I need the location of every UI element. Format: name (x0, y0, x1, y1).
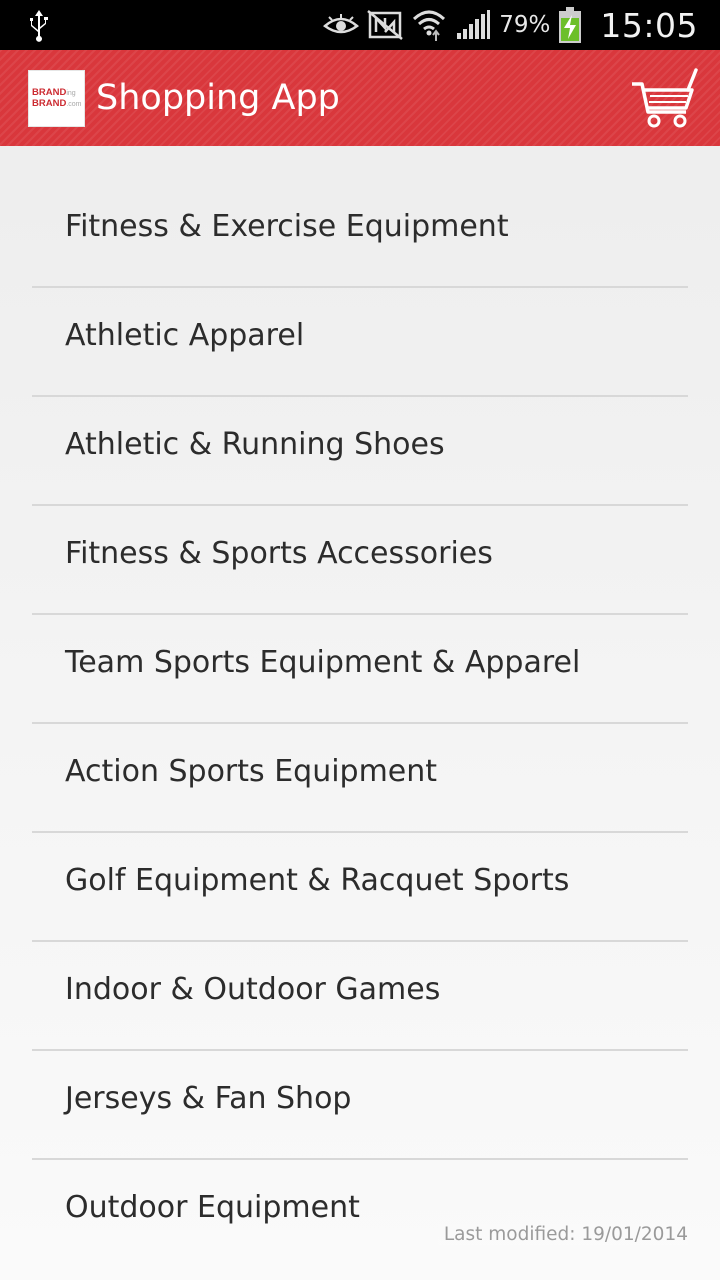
clock: 15:05 (600, 5, 698, 45)
last-modified-text: Last modified: 19/01/2014 (437, 1224, 688, 1245)
status-bar: 79% 15:05 (0, 0, 720, 50)
category-item[interactable]: Fitness & Exercise Equipment (32, 179, 688, 288)
battery-percent: 79% (499, 12, 551, 38)
action-bar: BRANDing BRAND.com Shopping App (0, 50, 720, 146)
signal-icon (457, 10, 491, 39)
category-label: Athletic Apparel (65, 318, 305, 353)
category-label: Fitness & Exercise Equipment (65, 209, 509, 244)
category-label: Athletic & Running Shoes (65, 427, 445, 462)
category-item[interactable]: Indoor & Outdoor Games (32, 942, 688, 1051)
nfc-icon (367, 10, 404, 40)
usb-icon (30, 10, 48, 42)
logo-line1: BRAND (32, 86, 67, 98)
category-label: Fitness & Sports Accessories (65, 536, 493, 571)
category-item[interactable]: Athletic Apparel (32, 288, 688, 397)
battery-charging-icon (559, 7, 582, 43)
category-item[interactable]: Team Sports Equipment & Apparel (32, 615, 688, 724)
category-item[interactable]: Athletic & Running Shoes (32, 397, 688, 506)
category-label: Action Sports Equipment (65, 754, 438, 789)
category-item[interactable]: Action Sports Equipment (32, 724, 688, 833)
category-item[interactable]: Outdoor Equipment (32, 1160, 688, 1269)
category-item[interactable]: Fitness & Sports Accessories (32, 506, 688, 615)
category-label: Golf Equipment & Racquet Sports (65, 863, 570, 898)
category-label: Jerseys & Fan Shop (65, 1081, 352, 1116)
category-label: Indoor & Outdoor Games (65, 972, 441, 1007)
eye-icon (323, 14, 360, 34)
logo-line2-sub: .com (66, 100, 82, 108)
logo-line1-sub: ing (66, 89, 76, 97)
logo-line2: BRAND (32, 97, 67, 109)
shopping-cart-icon[interactable] (630, 68, 698, 130)
app-logo[interactable]: BRANDing BRAND.com (28, 70, 85, 127)
category-label: Team Sports Equipment & Apparel (65, 645, 581, 680)
category-list: Fitness & Exercise Equipment Athletic Ap… (32, 179, 688, 1269)
wifi-icon (413, 10, 446, 41)
category-item[interactable]: Jerseys & Fan Shop (32, 1051, 688, 1160)
app-title: Shopping App (96, 78, 340, 118)
category-item[interactable]: Golf Equipment & Racquet Sports (32, 833, 688, 942)
category-label: Outdoor Equipment (65, 1190, 360, 1225)
